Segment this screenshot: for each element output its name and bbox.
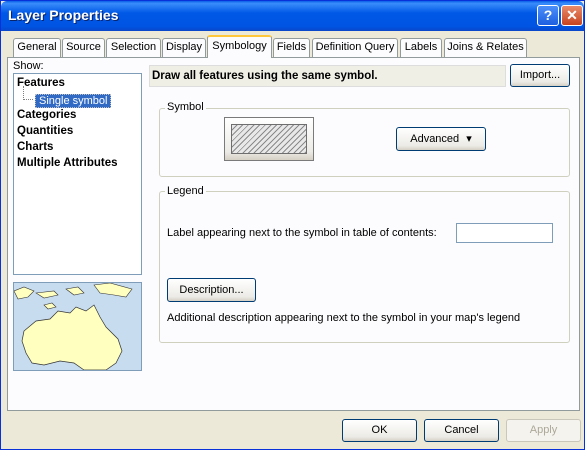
ok-button[interactable]: OK bbox=[342, 419, 417, 442]
legend-group-title: Legend bbox=[165, 185, 206, 197]
show-label: Show: bbox=[13, 60, 44, 72]
tree-item-single-symbol[interactable]: Single symbol bbox=[35, 94, 112, 108]
tab-display[interactable]: Display bbox=[162, 38, 206, 57]
show-tree[interactable]: Features Single symbol Categories Quanti… bbox=[13, 73, 142, 275]
tab-definition-query[interactable]: Definition Query bbox=[312, 38, 398, 57]
tab-general[interactable]: General bbox=[13, 38, 61, 57]
import-button[interactable]: Import... bbox=[510, 64, 570, 87]
window-title: Layer Properties bbox=[8, 7, 119, 23]
tree-connector bbox=[23, 86, 33, 100]
advanced-button[interactable]: Advanced ▾ bbox=[396, 127, 486, 151]
tab-fields[interactable]: Fields bbox=[273, 38, 310, 57]
tab-source[interactable]: Source bbox=[62, 38, 105, 57]
close-icon[interactable]: ✕ bbox=[561, 5, 583, 26]
map-preview-image bbox=[13, 282, 142, 371]
cancel-button[interactable]: Cancel bbox=[424, 419, 499, 442]
toc-label-input[interactable] bbox=[456, 223, 553, 243]
tab-symbology[interactable]: Symbology bbox=[207, 35, 272, 58]
dropdown-arrow-icon: ▾ bbox=[466, 133, 472, 145]
tab-selection[interactable]: Selection bbox=[106, 38, 161, 57]
tab-joins-relates[interactable]: Joins & Relates bbox=[444, 38, 527, 57]
renderer-description: Draw all features using the same symbol. bbox=[149, 65, 506, 87]
description-button[interactable]: Description... bbox=[167, 278, 256, 302]
tree-item-multiple-attributes[interactable]: Multiple Attributes bbox=[17, 157, 118, 169]
title-bar[interactable]: Layer Properties ? ✕ bbox=[1, 1, 584, 31]
hatched-fill-symbol-icon bbox=[231, 124, 307, 154]
australia-map-icon bbox=[14, 283, 141, 370]
tree-item-charts[interactable]: Charts bbox=[17, 141, 53, 153]
layer-properties-dialog: Layer Properties ? ✕ General Source Sele… bbox=[0, 0, 585, 450]
symbol-groupbox bbox=[159, 108, 570, 177]
symbol-group-title: Symbol bbox=[165, 101, 206, 113]
help-icon[interactable]: ? bbox=[537, 5, 559, 26]
tab-labels[interactable]: Labels bbox=[400, 38, 442, 57]
symbol-swatch-button[interactable] bbox=[224, 117, 314, 161]
advanced-label: Advanced bbox=[410, 133, 460, 145]
tree-item-categories[interactable]: Categories bbox=[17, 109, 76, 121]
description-caption: Additional description appearing next to… bbox=[167, 312, 521, 324]
tree-item-quantities[interactable]: Quantities bbox=[17, 125, 73, 137]
apply-button[interactable]: Apply bbox=[506, 419, 581, 442]
toc-label-caption: Label appearing next to the symbol in ta… bbox=[167, 227, 437, 239]
